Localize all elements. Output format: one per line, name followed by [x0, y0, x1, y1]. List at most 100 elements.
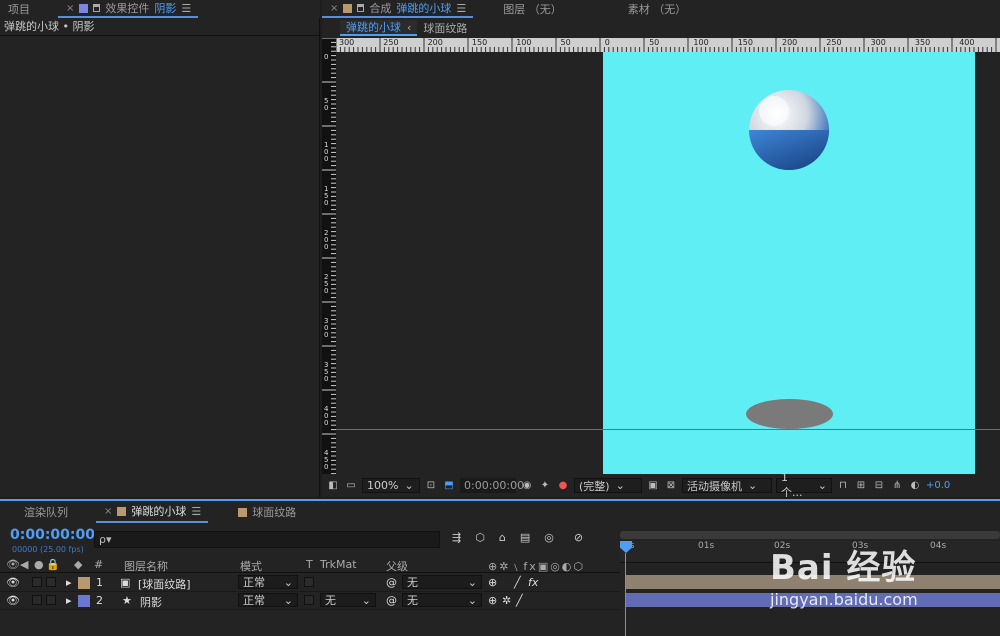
timeline-graph[interactable]: 0s 01s 02s 03s 04s [620, 523, 1000, 636]
zoom-dropdown[interactable]: 100% ⌄ [362, 478, 420, 493]
tab-render-queue[interactable]: 渲染队列 [16, 501, 76, 523]
views-dropdown[interactable]: 1 个... ⌄ [776, 471, 832, 499]
resolution-dropdown[interactable]: (完整) ⌄ [574, 478, 642, 493]
ruler-label: 4 5 0 [324, 449, 329, 471]
layer-name[interactable]: [球面纹路] [138, 576, 191, 592]
mode-dropdown[interactable]: 正常 ⌄ [238, 593, 298, 607]
mode-dropdown[interactable]: 正常 ⌄ [238, 575, 298, 589]
parent-dropdown[interactable]: 无 ⌄ [402, 593, 482, 607]
eye-icon[interactable]: 👁 [6, 558, 20, 571]
quality-switch-icon[interactable]: ╱ [514, 576, 521, 589]
preserve-transparency-toggle[interactable] [304, 595, 314, 605]
tab-timeline-sphere-texture[interactable]: 球面纹路 [230, 501, 304, 523]
flowchart-icon[interactable]: ⋔ [890, 480, 904, 492]
tab-project[interactable]: 项目 [0, 0, 38, 18]
draft-3d-icon[interactable]: ⬡ [475, 531, 485, 548]
timeline-icon[interactable]: ⊟ [872, 480, 886, 492]
audio-icon[interactable]: ◀ [20, 558, 28, 571]
transparency-grid-icon[interactable]: ⊠ [664, 480, 678, 492]
tab-layer[interactable]: 图层 （无） [495, 0, 570, 18]
layer-search-input[interactable]: ρ▾ [94, 531, 440, 548]
chevron-down-icon: ⌄ [361, 593, 371, 607]
monitor-icon[interactable]: ▭ [344, 480, 358, 492]
lock-icon[interactable] [357, 4, 365, 12]
reset-exposure-icon[interactable]: ◐ [908, 480, 922, 492]
collapse-switch-icon[interactable]: ✲ [502, 594, 511, 607]
close-icon[interactable]: × [330, 3, 338, 14]
parent-dropdown[interactable]: 无 ⌄ [402, 575, 482, 589]
lock-icon[interactable] [93, 4, 101, 12]
mask-icon[interactable]: ⬒ [442, 480, 456, 492]
tab-effects-controls[interactable]: × 效果控件 阴影 ☰ [58, 0, 199, 18]
ground-guide-line[interactable] [336, 429, 1000, 430]
expand-arrow-icon[interactable]: ▸ [66, 594, 72, 607]
layer-duration-bar[interactable] [626, 575, 1000, 589]
panel-menu-icon[interactable]: ☰ [456, 2, 466, 15]
preserve-transparency-toggle[interactable] [304, 577, 314, 587]
fast-preview-icon[interactable]: ⊞ [854, 480, 868, 492]
quality-switch-icon[interactable]: ╱ [516, 594, 523, 607]
trkmat-dropdown[interactable]: 无 ⌄ [320, 593, 376, 607]
ruler-label: 250 [826, 38, 842, 47]
fit-icon[interactable]: ⊡ [424, 480, 438, 492]
ball-sphere[interactable] [749, 90, 829, 170]
show-snapshot-icon[interactable]: ✦ [538, 480, 552, 492]
solo-toggle[interactable] [32, 577, 42, 587]
frame-blending-icon[interactable]: ▤ [520, 531, 530, 548]
subtab-bouncing-ball[interactable]: 弹跳的小球 ‹ [340, 20, 418, 36]
solo-icon[interactable]: ● [34, 558, 44, 571]
ruler-horizontal[interactable]: 300 250 200 150 100 50 0 50 100 150 200 250 300 350 40… [336, 38, 1000, 52]
label-color-swatch[interactable] [78, 577, 90, 589]
pickwhip-icon[interactable]: @ [386, 576, 397, 589]
close-icon[interactable]: × [104, 506, 112, 517]
tab-footage[interactable]: 素材 （无） [620, 0, 695, 18]
region-of-interest-icon[interactable]: ▣ [646, 480, 660, 492]
shy-switch-icon[interactable]: ⊕ [488, 594, 497, 607]
motion-blur-icon[interactable]: ◎ [544, 531, 554, 548]
ruler-vertical[interactable]: 0 5 0 1 0 0 1 5 0 2 0 0 2 5 0 3 0 0 3 5 0 4 0 0 4… [322, 38, 336, 474]
comp-color-icon [343, 3, 353, 13]
eye-icon[interactable]: 👁 [6, 594, 20, 607]
close-icon[interactable]: × [66, 3, 74, 14]
shy-switch-icon[interactable]: ⊕ [488, 576, 497, 589]
layer-name[interactable]: 阴影 [140, 594, 162, 610]
exposure-value[interactable]: +0.0 [926, 480, 950, 491]
shadow-ellipse[interactable] [746, 399, 833, 429]
camera-dropdown[interactable]: 活动摄像机 ⌄ [682, 478, 772, 493]
lock-icon[interactable]: 🔒 [46, 558, 60, 571]
lock-toggle[interactable] [46, 577, 56, 587]
always-preview-icon[interactable]: ◧ [326, 480, 340, 492]
tab-timeline-bouncing-ball[interactable]: × 弹跳的小球 ☰ [96, 501, 209, 523]
layer-column-headers: 👁 ◀ ● 🔒 ◆ # 图层名称 模式 T TrkMat 父级 ⊕✲﹨fx▣◎◐… [0, 557, 620, 573]
chevron-down-icon: ⌄ [283, 575, 293, 589]
lock-toggle[interactable] [46, 595, 56, 605]
layer-row[interactable]: 👁 ▸ 2 ★ 阴影 正常 ⌄ 无 ⌄ @ 无 ⌄ ⊕ ✲ ╱ [0, 592, 620, 610]
current-time-display[interactable]: 0:00:00:00 [10, 527, 95, 543]
chevron-left-icon: ‹ [407, 20, 412, 34]
panel-menu-icon[interactable]: ☰ [181, 2, 191, 15]
graph-editor-icon[interactable]: ⊘ [574, 531, 583, 548]
pickwhip-icon[interactable]: @ [386, 594, 397, 607]
shy-layers-icon[interactable]: ⌂ [499, 531, 506, 548]
time-ruler[interactable]: 0s 01s 02s 03s 04s [620, 541, 1000, 563]
label-icon[interactable]: ◆ [74, 558, 82, 571]
tab-composition[interactable]: × 合成 弹跳的小球 ☰ [322, 0, 474, 18]
layer-duration-bar[interactable] [626, 593, 1000, 607]
layer-row[interactable]: 👁 ▸ 1 ▣ [球面纹路] 正常 ⌄ @ 无 ⌄ ⊕ ╱ fx [0, 574, 620, 592]
effects-switch-icon[interactable]: fx [528, 576, 538, 589]
time-navigator-bar[interactable] [620, 531, 1000, 539]
toggle-pixel-aspect-icon[interactable]: ⊓ [836, 480, 850, 492]
expand-arrow-icon[interactable]: ▸ [66, 576, 72, 589]
panel-menu-icon[interactable]: ☰ [191, 505, 201, 518]
camera-snapshot-icon[interactable]: ◉ [520, 480, 534, 492]
color-channels-icon[interactable]: ● [556, 480, 570, 492]
header-layer-name[interactable]: 图层名称 [124, 558, 168, 574]
composition-viewer[interactable] [336, 52, 1000, 474]
header-parent: 父级 [386, 560, 408, 573]
label-color-swatch[interactable] [78, 595, 90, 607]
comp-flowchart-icon[interactable]: ⇶ [452, 531, 461, 548]
eye-icon[interactable]: 👁 [6, 576, 20, 589]
subtab-sphere-texture[interactable]: 球面纹路 [417, 20, 473, 36]
solo-toggle[interactable] [32, 595, 42, 605]
timecode-display[interactable]: 0:00:00:00 [460, 478, 524, 493]
